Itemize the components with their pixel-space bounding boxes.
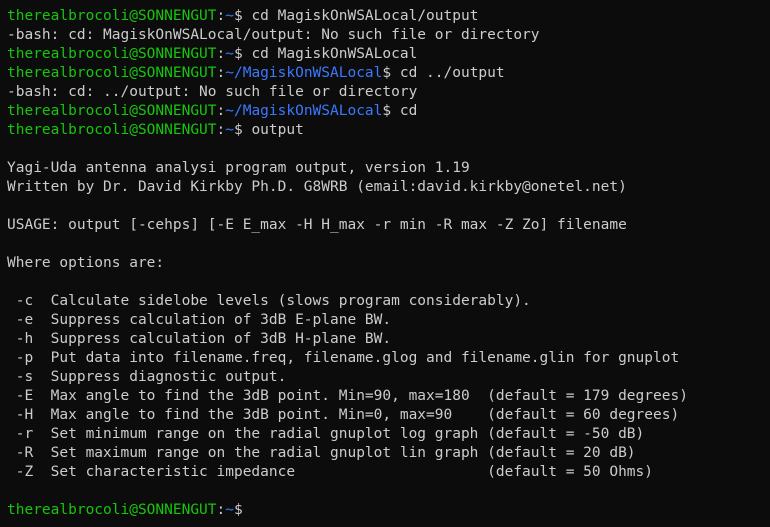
output-line: -bash: cd: ../output: No such file or di… xyxy=(7,84,418,100)
output-line: -E Max angle to find the 3dB point. Min=… xyxy=(7,388,688,404)
output-line: -c Calculate sidelobe levels (slows prog… xyxy=(7,293,531,309)
output-line: -e Suppress calculation of 3dB E-plane B… xyxy=(7,312,392,328)
terminal-window[interactable]: therealbrocoli@SONNENGUT:~$ cd MagiskOnW… xyxy=(0,0,770,527)
prompt-path: ~ xyxy=(225,46,234,62)
prompt-path: ~ xyxy=(225,8,234,24)
output-line: -s Suppress diagnostic output. xyxy=(7,369,287,385)
output-line: Written by Dr. David Kirkby Ph.D. G8WRB … xyxy=(7,179,627,195)
prompt-symbol: $ xyxy=(382,103,392,119)
command-text: cd MagiskOnWSALocal/output xyxy=(242,8,479,24)
output-line: -h Suppress calculation of 3dB H-plane B… xyxy=(7,331,392,347)
prompt-path: ~/MagiskOnWSALocal xyxy=(225,65,383,81)
prompt-user-host: therealbrocoli@SONNENGUT xyxy=(7,65,217,81)
output-line: Where options are: xyxy=(7,255,165,271)
output-line: -p Put data into filename.freq, filename… xyxy=(7,350,680,366)
output-line: Yagi-Uda antenna analysi program output,… xyxy=(7,160,470,176)
command-text: cd ../output xyxy=(391,65,505,81)
prompt-symbol: $ xyxy=(233,8,243,24)
prompt-user-host: therealbrocoli@SONNENGUT xyxy=(7,122,217,138)
prompt-separator: : xyxy=(216,46,226,62)
prompt-symbol: $ xyxy=(233,502,243,518)
output-line: -H Max angle to find the 3dB point. Min=… xyxy=(7,407,680,423)
prompt-user-host: therealbrocoli@SONNENGUT xyxy=(7,46,217,62)
prompt-user-host: therealbrocoli@SONNENGUT xyxy=(7,103,217,119)
prompt-separator: : xyxy=(216,103,226,119)
prompt-user-host: therealbrocoli@SONNENGUT xyxy=(7,502,217,518)
prompt-line: therealbrocoli@SONNENGUT:~/MagiskOnWSALo… xyxy=(7,102,770,121)
output-line: -bash: cd: MagiskOnWSALocal/output: No s… xyxy=(7,27,540,43)
command-text: cd MagiskOnWSALocal xyxy=(242,46,418,62)
prompt-separator: : xyxy=(216,65,226,81)
prompt-symbol: $ xyxy=(382,65,392,81)
output-line: -R Set maximum range on the radial gnupl… xyxy=(7,445,636,461)
prompt-path: ~ xyxy=(225,122,234,138)
prompt-line: therealbrocoli@SONNENGUT:~$ cd MagiskOnW… xyxy=(7,45,770,64)
text-cursor[interactable] xyxy=(251,501,260,517)
output-line: -Z Set characteristic impedance (default… xyxy=(7,464,654,480)
command-text: cd xyxy=(391,103,418,119)
command-text: output xyxy=(242,122,304,138)
prompt-user-host: therealbrocoli@SONNENGUT xyxy=(7,8,217,24)
output-line: USAGE: output [-cehps] [-E E_max -H H_ma… xyxy=(7,217,627,233)
prompt-path: ~ xyxy=(225,502,234,518)
prompt-line: therealbrocoli@SONNENGUT:~$ output xyxy=(7,121,770,140)
output-line: -r Set minimum range on the radial gnupl… xyxy=(7,426,645,442)
prompt-path: ~/MagiskOnWSALocal xyxy=(225,103,383,119)
prompt-separator: : xyxy=(216,8,226,24)
prompt-line: therealbrocoli@SONNENGUT:~$ cd MagiskOnW… xyxy=(7,7,770,26)
prompt-line: therealbrocoli@SONNENGUT:~$ xyxy=(7,501,770,520)
prompt-separator: : xyxy=(216,122,226,138)
prompt-symbol: $ xyxy=(233,46,243,62)
prompt-line: therealbrocoli@SONNENGUT:~/MagiskOnWSALo… xyxy=(7,64,770,83)
prompt-symbol: $ xyxy=(233,122,243,138)
prompt-separator: : xyxy=(216,502,226,518)
